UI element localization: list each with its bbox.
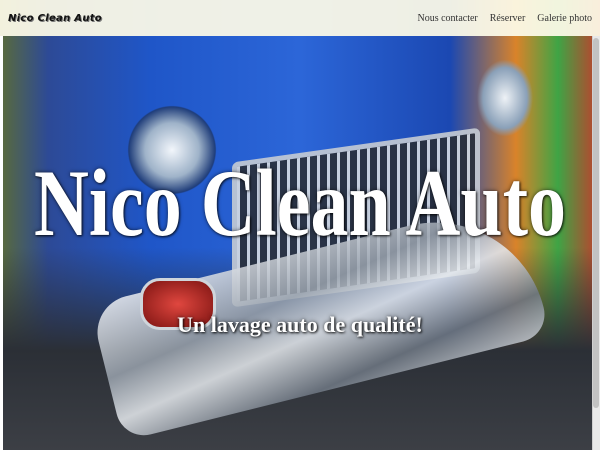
nav-link-contact[interactable]: Nous contacter — [417, 13, 477, 24]
brand-logo[interactable]: Nico Clean Auto — [8, 13, 102, 24]
nav-link-gallery[interactable]: Galerie photo — [537, 13, 592, 24]
nav-link-reserve[interactable]: Réserver — [490, 13, 526, 24]
hero-title: Nico Clean Auto — [34, 150, 566, 256]
hero-subtitle: Un lavage auto de qualité! — [177, 312, 423, 337]
top-navbar: Nico Clean Auto Nous contacter Réserver … — [0, 0, 600, 36]
scrollbar-thumb[interactable] — [593, 38, 599, 408]
nav-links: Nous contacter Réserver Galerie photo — [417, 13, 592, 24]
